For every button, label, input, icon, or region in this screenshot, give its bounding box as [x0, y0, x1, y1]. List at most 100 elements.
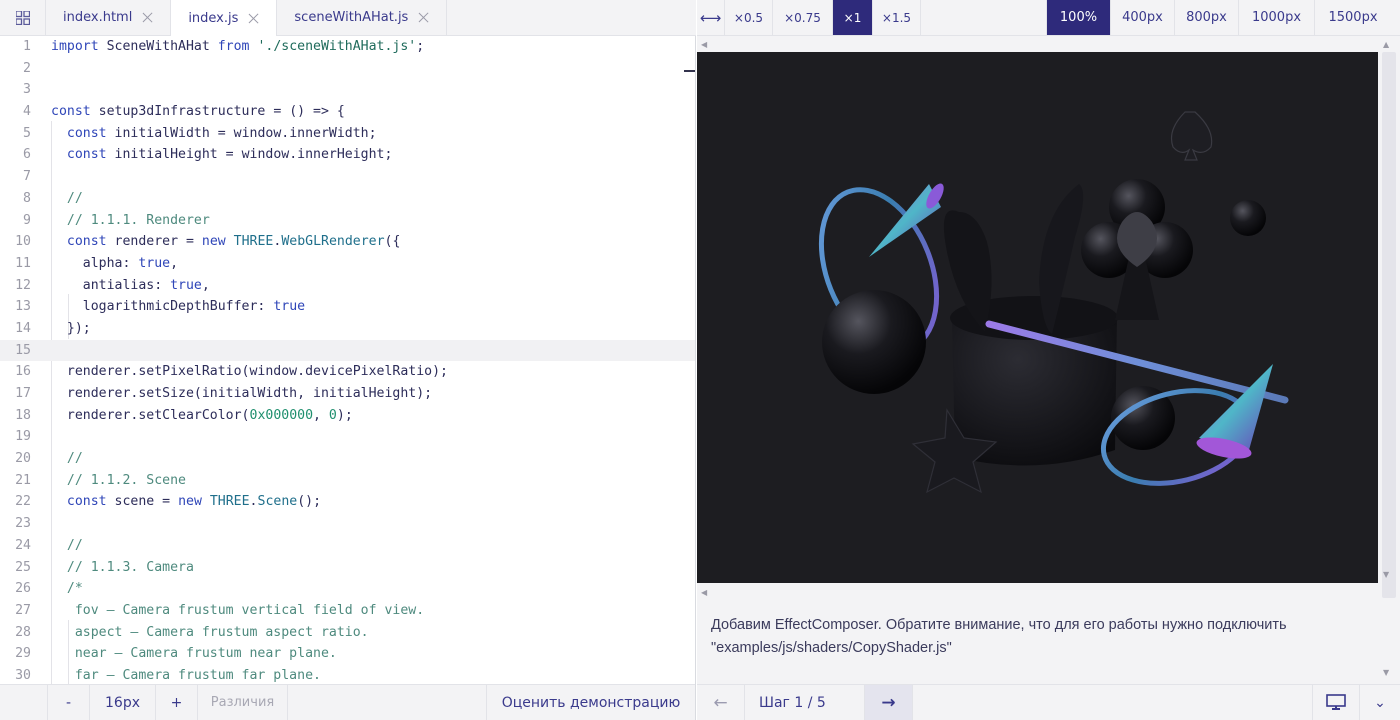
code-line[interactable]: 28 aspect — Camera frustum aspect ratio. — [0, 622, 695, 644]
scene-render — [818, 111, 1289, 494]
code-line[interactable]: 13 logarithmicDepthBuffer: true — [0, 296, 695, 318]
line-content: renderer.setClearColor(0x000000, 0); — [51, 407, 353, 423]
scroll-left-icon[interactable]: ◀ — [701, 588, 707, 597]
editor-toolbar: - 16px + Различия Оценить демонстрацию — [0, 684, 695, 720]
close-icon[interactable] — [248, 13, 259, 24]
code-line[interactable]: 14 }); — [0, 318, 695, 340]
line-number: 14 — [15, 320, 31, 336]
scene-preview[interactable] — [697, 52, 1378, 583]
code-line[interactable]: 11 alpha: true, — [0, 253, 695, 275]
description-line: Добавим EffectComposer. Обратите внимани… — [711, 617, 1287, 633]
line-content: // — [51, 190, 83, 206]
code-line[interactable]: 23 — [0, 513, 695, 535]
code-line[interactable]: 4 const setup3dInfrastructure = () => { — [0, 101, 695, 123]
code-line[interactable]: 30 far — Camera frustum far plane. — [0, 665, 695, 684]
presentation-button[interactable] — [1312, 685, 1360, 720]
line-number: 30 — [15, 667, 31, 683]
scale-0-5-button[interactable]: ×0.5 — [725, 0, 773, 35]
next-step-button[interactable]: → — [865, 685, 913, 720]
code-line[interactable]: 19 — [0, 426, 695, 448]
width-1000-button[interactable]: 1000px — [1239, 0, 1315, 35]
small-sphere — [1230, 200, 1266, 236]
code-line[interactable]: 1 import SceneWithAHat from './sceneWithA… — [0, 36, 695, 58]
code-line[interactable]: 3 — [0, 79, 695, 101]
font-increase-button[interactable]: + — [156, 685, 198, 720]
code-line[interactable]: 17 renderer.setSize(initialWidth, initia… — [0, 383, 695, 405]
code-line[interactable]: 8 // — [0, 188, 695, 210]
line-content: }); — [51, 320, 91, 336]
code-line[interactable]: 20 // — [0, 448, 695, 470]
line-number: 25 — [15, 559, 31, 575]
line-number: 19 — [15, 429, 31, 445]
code-line[interactable]: 5 const initialWidth = window.innerWidth… — [0, 123, 695, 145]
code-line[interactable]: 16 renderer.setPixelRatio(window.deviceP… — [0, 361, 695, 383]
line-number: 9 — [23, 212, 31, 228]
width-800-button[interactable]: 800px — [1175, 0, 1239, 35]
line-content: near — Camera frustum near plane. — [51, 646, 337, 662]
tab-index-js[interactable]: index.js — [171, 0, 278, 36]
code-line[interactable]: 12 antialias: true, — [0, 275, 695, 297]
line-number: 18 — [15, 407, 31, 423]
line-content: logarithmicDepthBuffer: true — [51, 299, 306, 315]
scroll-up-left-icon[interactable]: ◀ — [701, 40, 707, 49]
line-number: 10 — [15, 234, 31, 250]
scroll-down-icon[interactable]: ▼ — [1383, 570, 1389, 579]
preview-toolbar: ⟷ ×0.5 ×0.75 ×1 ×1.5 100% 400px 800px 10… — [697, 0, 1400, 36]
more-chevron-icon[interactable]: ⌄ — [1360, 685, 1400, 720]
diff-button[interactable]: Различия — [198, 685, 288, 720]
editor-cursor-marker — [684, 70, 695, 72]
code-line[interactable]: 26 /* — [0, 578, 695, 600]
code-line[interactable]: 10 const renderer = new THREE.WebGLRende… — [0, 231, 695, 253]
line-content: renderer.setPixelRatio(window.devicePixe… — [51, 364, 448, 380]
width-400-button[interactable]: 400px — [1111, 0, 1175, 35]
code-line[interactable]: 7 — [0, 166, 695, 188]
scale-1-button[interactable]: ×1 — [833, 0, 873, 35]
resize-toggle-icon[interactable]: ⟷ — [697, 0, 725, 35]
code-line[interactable]: 2 — [0, 58, 695, 80]
code-line[interactable]: 29 near — Camera frustum near plane. — [0, 643, 695, 665]
prev-step-button[interactable]: ← — [697, 685, 745, 720]
scrollbar-thumb[interactable] — [1382, 52, 1396, 598]
line-content: antialias: true, — [51, 277, 210, 293]
code-line[interactable]: 9 // 1.1.1. Renderer — [0, 210, 695, 232]
line-number: 16 — [15, 364, 31, 380]
files-grid-icon[interactable] — [0, 0, 46, 35]
line-number: 27 — [15, 602, 31, 618]
line-content: import SceneWithAHat from './sceneWithAH… — [51, 39, 425, 54]
code-line[interactable]: 15 — [0, 339, 695, 362]
tab-index-html[interactable]: index.html — [46, 0, 172, 35]
font-decrease-button[interactable]: - — [48, 685, 90, 720]
line-content: // 1.1.2. Scene — [51, 472, 186, 488]
code-line[interactable]: 22 const scene = new THREE.Scene(); — [0, 491, 695, 513]
line-content: // — [51, 451, 83, 467]
step-counter: Шаг 1 / 5 — [745, 685, 865, 720]
line-number: 13 — [15, 299, 31, 315]
line-content: alpha: true, — [51, 255, 179, 271]
width-100-percent-button[interactable]: 100% — [1047, 0, 1111, 35]
line-number: 22 — [15, 494, 31, 510]
line-number: 12 — [15, 277, 31, 293]
toolbar-fill — [288, 685, 487, 720]
preview-vertical-scrollbar[interactable] — [1380, 36, 1398, 616]
desc-scroll-down-icon[interactable]: ▼ — [1383, 668, 1389, 677]
code-editor[interactable]: 1 import SceneWithAHat from './sceneWithA… — [0, 36, 695, 684]
close-icon[interactable] — [142, 12, 153, 23]
line-content: renderer.setSize(initialWidth, initialHe… — [51, 386, 433, 401]
code-line[interactable]: 25 // 1.1.3. Camera — [0, 557, 695, 579]
code-line[interactable]: 27 fov — Camera frustum vertical field o… — [0, 600, 695, 622]
scale-0-75-button[interactable]: ×0.75 — [773, 0, 833, 35]
tab-scene-with-a-hat-js[interactable]: sceneWithAHat.js — [277, 0, 448, 35]
code-line[interactable]: 6 const initialHeight = window.innerHeig… — [0, 144, 695, 166]
scale-1-5-button[interactable]: ×1.5 — [873, 0, 921, 35]
rate-demo-button[interactable]: Оценить демонстрацию — [487, 685, 695, 720]
line-number: 2 — [23, 60, 31, 76]
code-line[interactable]: 18 renderer.setClearColor(0x000000, 0); — [0, 405, 695, 427]
tab-label: index.html — [63, 10, 133, 25]
width-1500-button[interactable]: 1500px — [1315, 0, 1391, 35]
code-line[interactable]: 24 // — [0, 535, 695, 557]
line-content: const scene = new THREE.Scene(); — [66, 494, 322, 510]
line-number: 24 — [15, 537, 31, 553]
line-content: // 1.1.1. Renderer — [51, 212, 210, 228]
close-icon[interactable] — [418, 12, 429, 23]
code-line[interactable]: 21 // 1.1.2. Scene — [0, 470, 695, 492]
